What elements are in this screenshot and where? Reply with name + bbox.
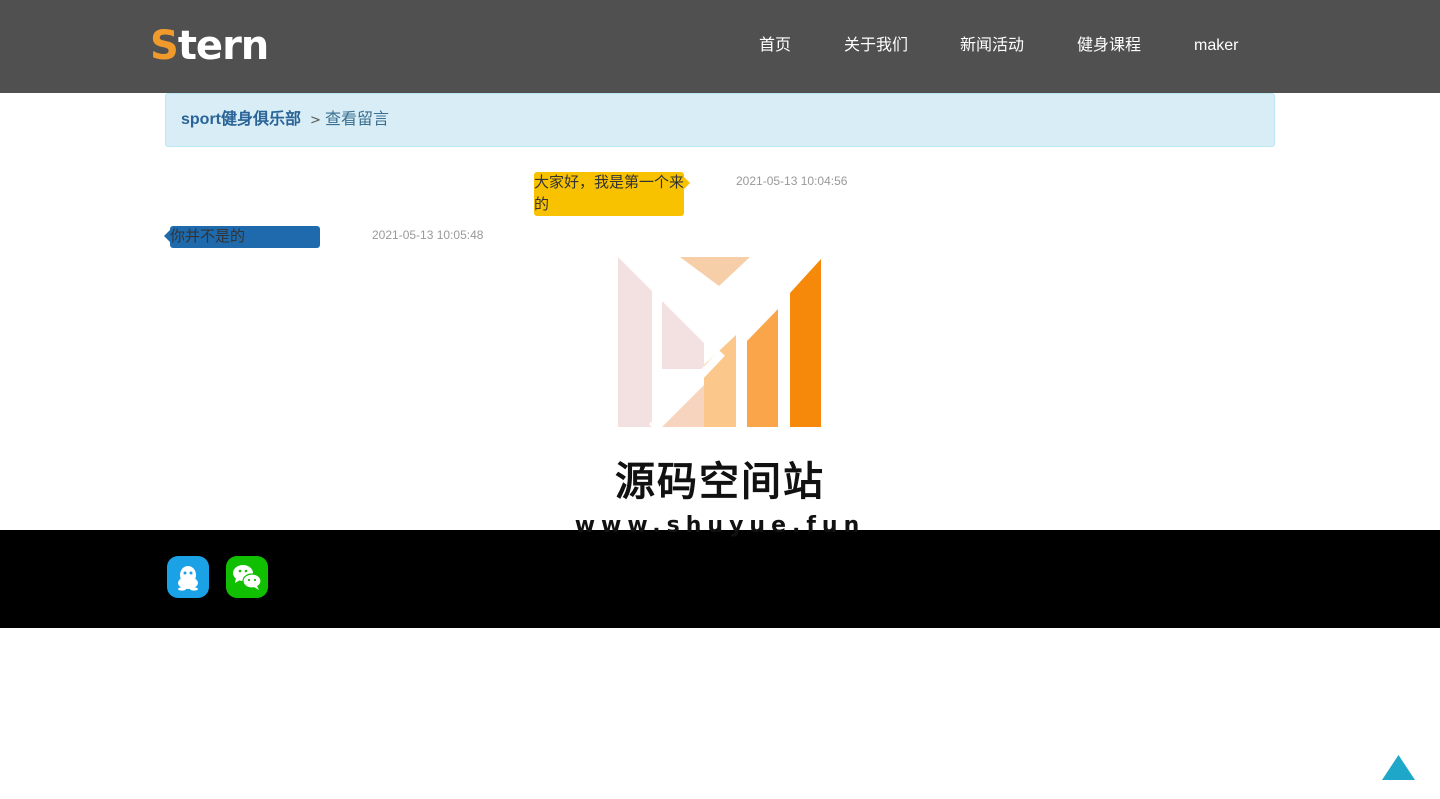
breadcrumb-home-link[interactable]: sport健身俱乐部 <box>181 108 301 132</box>
watermark-logo-icon <box>618 257 821 427</box>
wechat-icon[interactable] <box>226 556 268 598</box>
breadcrumb-current: 查看留言 <box>325 111 390 128</box>
nav-about[interactable]: 关于我们 <box>844 34 908 58</box>
breadcrumb-separator: > <box>310 113 321 128</box>
nav-maker[interactable]: maker <box>1194 34 1238 58</box>
message-time: 2021-05-13 10:04:56 <box>736 174 848 188</box>
nav-news[interactable]: 新闻活动 <box>960 34 1024 58</box>
message-time: 2021-05-13 10:05:48 <box>372 228 484 242</box>
message-bubble-left: 你并不是的 <box>164 226 320 248</box>
nav-courses[interactable]: 健身课程 <box>1077 34 1141 58</box>
main-nav: 首页 关于我们 新闻活动 健身课程 maker <box>0 34 1440 60</box>
nav-home[interactable]: 首页 <box>759 34 791 58</box>
watermark-url: www.shuyue.fun <box>574 513 866 538</box>
top-navbar: Stern 首页 关于我们 新闻活动 健身课程 maker <box>0 0 1440 93</box>
watermark-title: 源码空间站 <box>615 459 825 505</box>
qq-icon[interactable] <box>167 556 209 598</box>
footer <box>0 530 1440 628</box>
message-bubble-right: 大家好，我是第一个来的 <box>534 172 690 216</box>
breadcrumb: sport健身俱乐部 > 查看留言 <box>165 93 1275 147</box>
back-to-top-icon[interactable] <box>1382 755 1415 780</box>
